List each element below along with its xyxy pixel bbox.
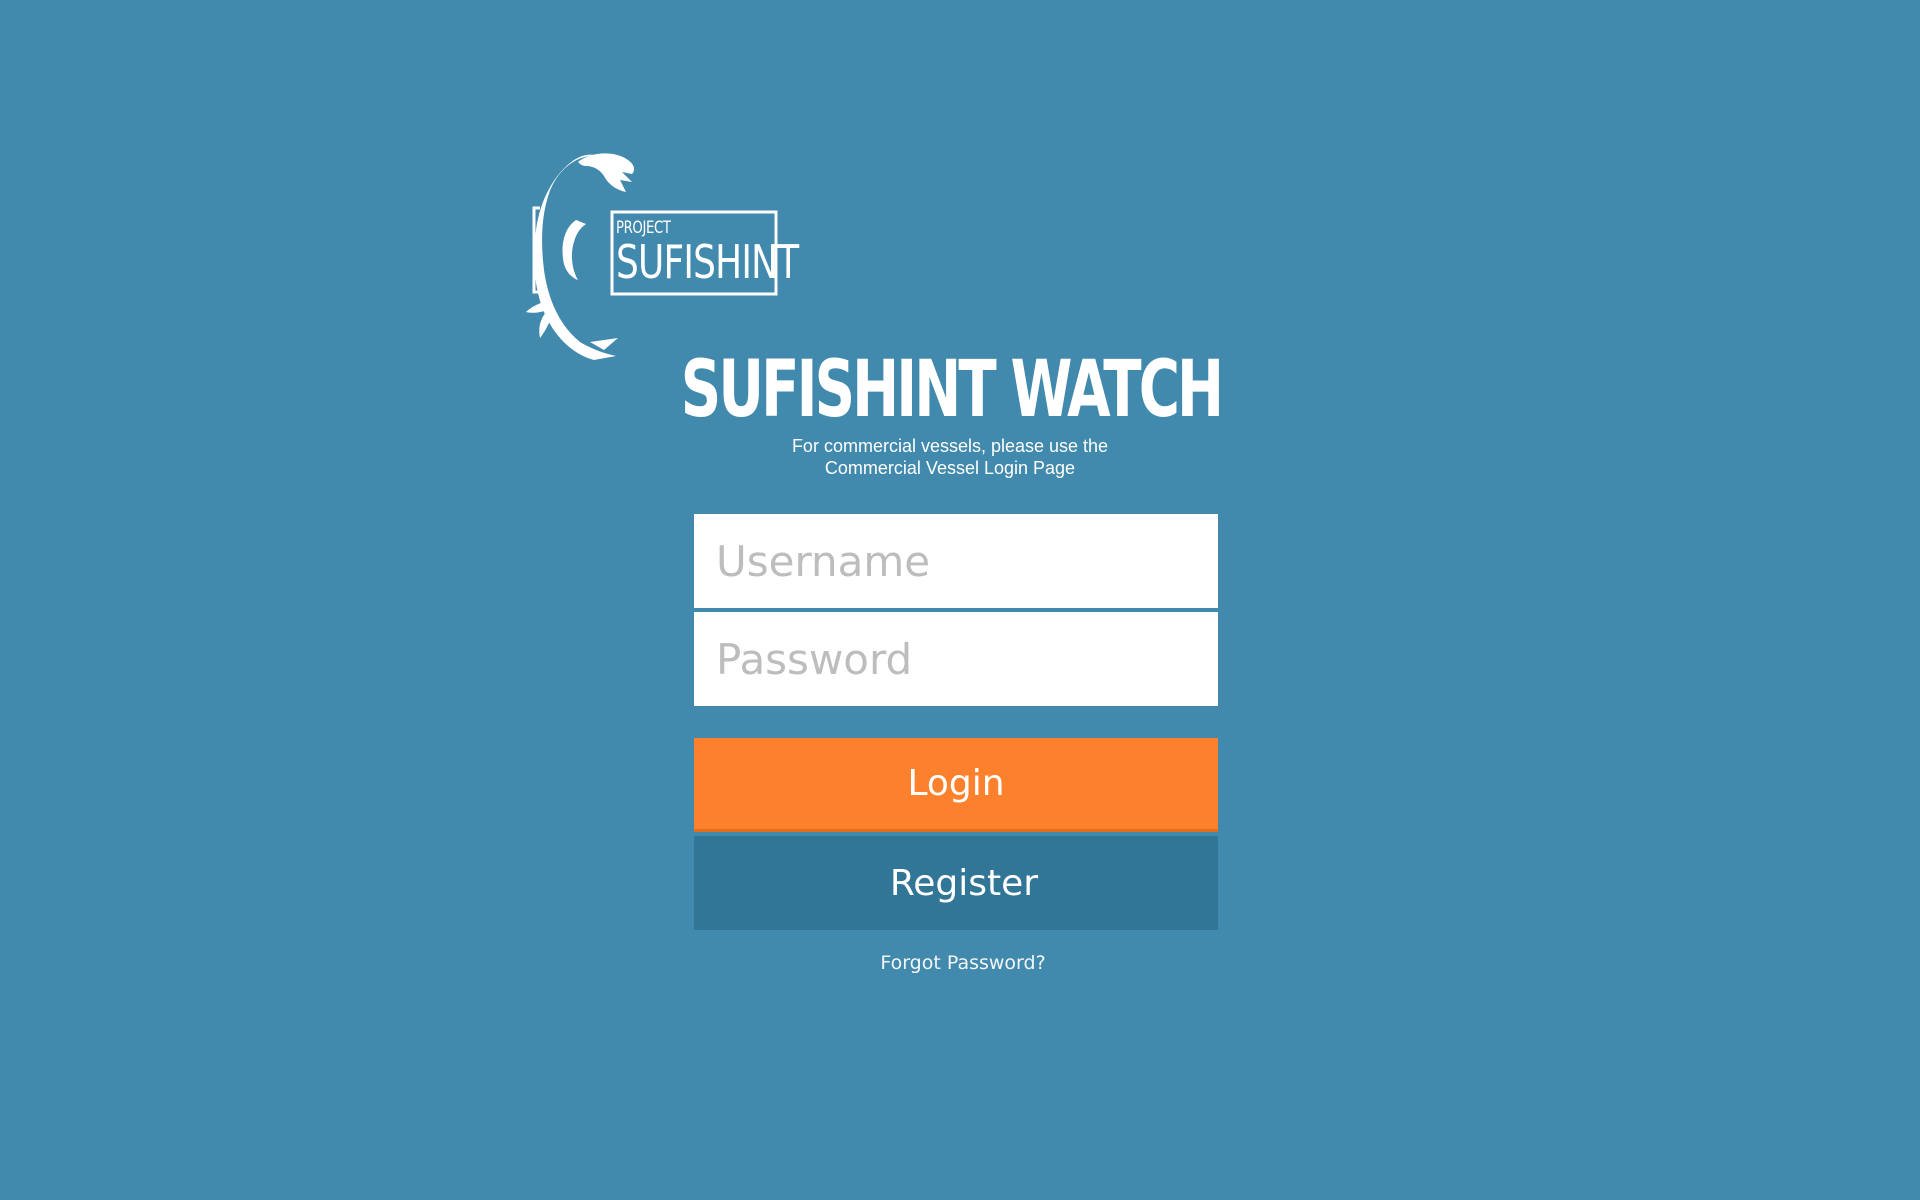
commercial-vessel-notice: For commercial vessels, please use the C… bbox=[0, 435, 1900, 479]
project-sufishint-logo: PROJECT SUFISHINT bbox=[520, 150, 799, 365]
register-button[interactable]: Register bbox=[694, 836, 1218, 930]
commercial-vessel-login-link[interactable]: Commercial Vessel Login Page bbox=[0, 457, 1900, 479]
username-input[interactable] bbox=[694, 514, 1218, 608]
subtitle-line-1: For commercial vessels, please use the bbox=[791, 436, 1109, 456]
login-button[interactable]: Login bbox=[694, 738, 1218, 832]
logo-wordmark: PROJECT SUFISHINT bbox=[616, 220, 799, 289]
page-title: SUFISHINT WATCH bbox=[680, 345, 1224, 435]
password-input[interactable] bbox=[694, 612, 1218, 706]
forgot-password-link[interactable]: Forgot Password? bbox=[0, 952, 1920, 974]
logo-big-text: SUFISHINT bbox=[616, 235, 799, 289]
